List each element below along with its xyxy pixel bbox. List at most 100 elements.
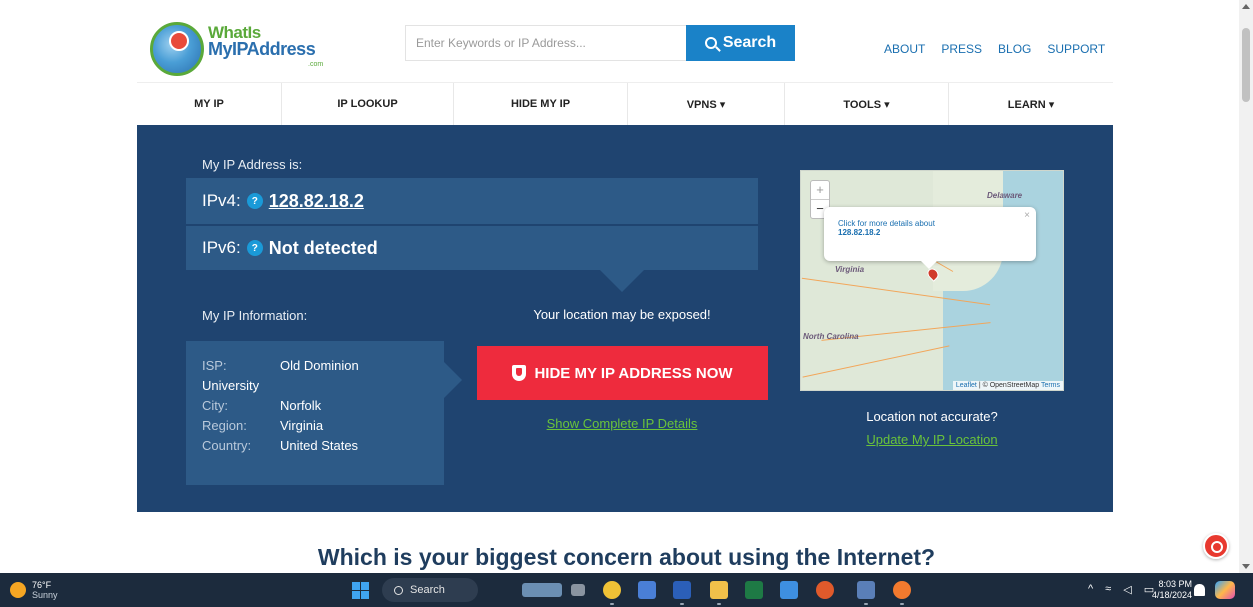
copilot-icon[interactable] xyxy=(1215,581,1235,599)
app-running-dot xyxy=(900,603,904,605)
ip-info-label: My IP Information: xyxy=(202,308,308,323)
ipv6-value: Not detected xyxy=(268,237,378,258)
weather-widget[interactable]: 76°F Sunny xyxy=(10,580,58,600)
clock-date: 4/18/2024 xyxy=(1151,590,1192,600)
isp-value-1: Old Dominion xyxy=(280,358,359,373)
map-road xyxy=(802,345,950,378)
link-about[interactable]: ABOUT xyxy=(884,42,925,56)
tray-overflow-icon[interactable]: ^ xyxy=(1088,583,1093,596)
nav-vpns[interactable]: VPNS ▾ xyxy=(628,83,785,125)
word-running-dot xyxy=(680,603,684,605)
scroll-down-arrow-icon[interactable] xyxy=(1242,564,1250,569)
taskbar-search[interactable]: Search xyxy=(382,578,478,602)
concern-heading: Which is your biggest concern about usin… xyxy=(317,544,936,570)
explorer-running-dot xyxy=(717,603,721,605)
show-details-link[interactable]: Show Complete IP Details xyxy=(477,416,767,431)
snipping-running-dot xyxy=(864,603,868,605)
search-input[interactable] xyxy=(405,25,687,61)
landscape-app-icon[interactable] xyxy=(522,583,562,597)
map-label-north-carolina: North Carolina xyxy=(803,332,859,341)
link-blog[interactable]: BLOG xyxy=(998,42,1031,56)
logo-domain: .com xyxy=(308,61,324,68)
hide-button-label: HIDE MY IP ADDRESS NOW xyxy=(534,364,733,382)
nav-hide-my-ip[interactable]: HIDE MY IP xyxy=(454,83,628,125)
taskbar-clock[interactable]: 8:03 PM 4/18/2024 xyxy=(1150,579,1192,601)
city-row: City: Norfolk xyxy=(202,396,428,416)
app-icon[interactable] xyxy=(893,581,911,599)
exposed-warning: Your location may be exposed! xyxy=(533,307,711,322)
map-label-virginia: Virginia xyxy=(835,265,865,274)
logo-text: WhatIs MyIPAddress .com xyxy=(208,24,324,73)
site-logo[interactable]: WhatIs MyIPAddress .com xyxy=(150,18,330,80)
map-popup[interactable]: Click for more details about 128.82.18.2… xyxy=(824,207,1036,269)
nav-tools[interactable]: TOOLS ▾ xyxy=(785,83,949,125)
excel-icon[interactable] xyxy=(745,581,763,599)
ip-panel-notch xyxy=(600,270,644,292)
ipv4-help-icon[interactable]: ? xyxy=(246,193,263,209)
chrome-running-dot xyxy=(610,603,614,605)
taskbar-search-label: Search xyxy=(410,584,445,596)
ipv6-help-icon[interactable]: ? xyxy=(246,240,263,256)
store-icon[interactable] xyxy=(780,581,798,599)
vertical-scrollbar[interactable] xyxy=(1239,0,1253,573)
nav-ip-lookup[interactable]: IP LOOKUP xyxy=(282,83,454,125)
popup-close-icon[interactable]: × xyxy=(1024,210,1030,221)
isp-row: ISP: Old Dominion University xyxy=(202,356,428,396)
isp-key: ISP: xyxy=(202,358,227,373)
notification-bell-icon[interactable] xyxy=(1194,584,1205,596)
nav-learn[interactable]: LEARN ▾ xyxy=(949,83,1113,125)
info-box-notch xyxy=(444,362,462,398)
country-key: Country: xyxy=(202,438,252,453)
ipv4-value[interactable]: 128.82.18.2 xyxy=(269,191,364,212)
update-location-link[interactable]: Update My IP Location xyxy=(800,432,1064,447)
scroll-thumb[interactable] xyxy=(1242,28,1250,102)
city-key: City: xyxy=(202,398,228,413)
popup-ip: 128.82.18.2 xyxy=(838,228,881,237)
nav-my-ip[interactable]: MY IP xyxy=(137,83,282,125)
teams-icon[interactable] xyxy=(638,581,656,599)
powerpoint-icon[interactable] xyxy=(816,581,834,599)
map-label-delaware: Delaware xyxy=(987,191,1023,200)
clock-time: 8:03 PM xyxy=(1158,579,1192,589)
ipv4-label: IPv4: xyxy=(202,191,241,210)
file-explorer-icon[interactable] xyxy=(710,581,728,599)
region-value: Virginia xyxy=(280,418,324,433)
ipv6-label: IPv6: xyxy=(202,238,241,257)
city-value: Norfolk xyxy=(280,398,322,413)
location-map[interactable]: + − Delaware Virginia North Carolina Cli… xyxy=(800,170,1064,391)
globe-icon xyxy=(150,22,204,76)
windows-start-icon[interactable] xyxy=(352,582,369,599)
page: WhatIs MyIPAddress .com Search ABOUT PRE… xyxy=(0,0,1253,607)
snipping-tool-icon[interactable] xyxy=(857,581,875,599)
popup-text: Click for more details about xyxy=(838,219,935,228)
leaflet-link[interactable]: Leaflet xyxy=(956,382,977,389)
hide-my-ip-button[interactable]: HIDE MY IP ADDRESS NOW xyxy=(477,346,768,400)
wifi-icon[interactable]: ≈ xyxy=(1105,583,1111,596)
ipv4-row: IPv4: ? 128.82.18.2 xyxy=(186,178,758,224)
link-press[interactable]: PRESS xyxy=(941,42,982,56)
word-icon[interactable] xyxy=(673,581,691,599)
weather-condition: Sunny xyxy=(32,590,58,600)
search-button[interactable]: Search xyxy=(686,25,795,61)
map-attribution: Leaflet | © OpenStreetMap Terms xyxy=(952,381,1063,390)
region-row: Region: Virginia xyxy=(202,416,428,436)
map-zoom-in-button[interactable]: + xyxy=(811,181,829,199)
weather-text: 76°F Sunny xyxy=(32,580,58,600)
region-key: Region: xyxy=(202,418,247,433)
help-bubble-icon[interactable] xyxy=(1203,533,1229,559)
ip-hero-panel: My IP Address is: IPv4: ? 128.82.18.2 IP… xyxy=(137,125,1113,512)
sun-icon xyxy=(10,582,26,598)
task-view-icon[interactable] xyxy=(571,584,585,596)
isp-value-2: University xyxy=(202,378,260,393)
volume-icon[interactable]: ◁ xyxy=(1123,583,1131,596)
terms-link[interactable]: Terms xyxy=(1041,382,1060,389)
scroll-up-arrow-icon[interactable] xyxy=(1242,4,1250,9)
shield-icon xyxy=(512,365,527,381)
country-row: Country: United States xyxy=(202,436,428,456)
my-ip-label: My IP Address is: xyxy=(202,157,303,172)
link-support[interactable]: SUPPORT xyxy=(1047,42,1105,56)
ip-info-box: ISP: Old Dominion University City: Norfol… xyxy=(186,341,444,485)
taskbar-search-icon xyxy=(394,585,403,595)
country-value: United States xyxy=(280,438,359,453)
chrome-icon[interactable] xyxy=(603,581,621,599)
